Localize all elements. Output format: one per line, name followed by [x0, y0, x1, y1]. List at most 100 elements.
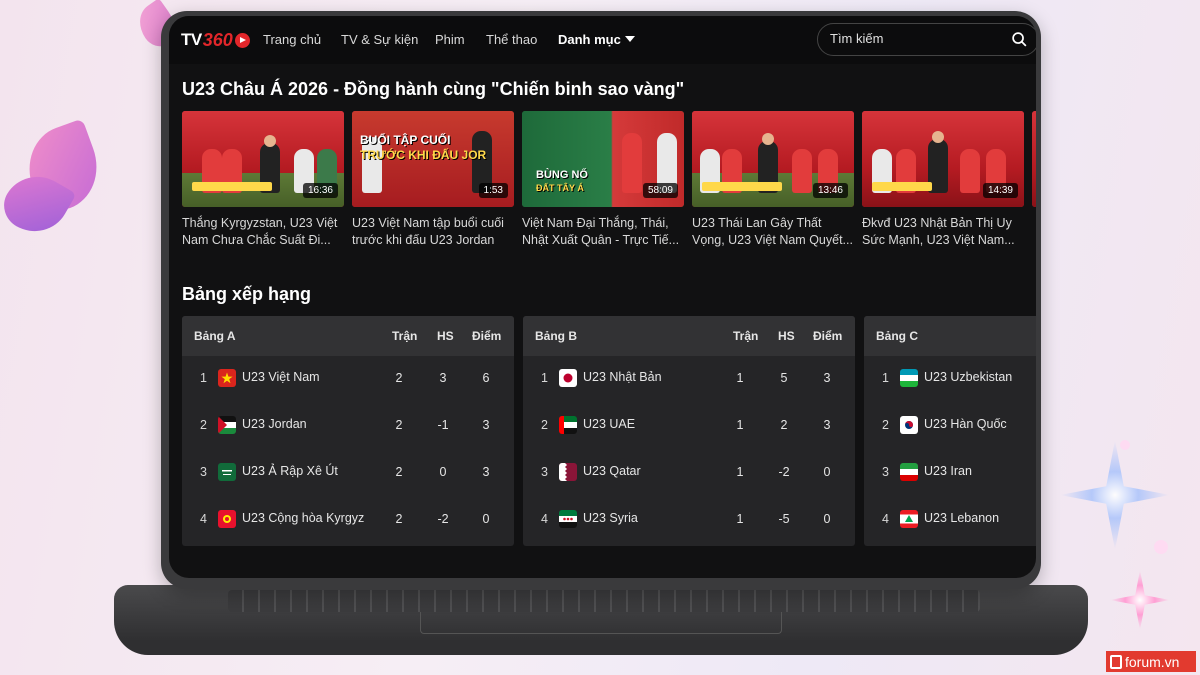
video-thumbnail[interactable]: BÙNG NỔ ĐẤT TÂY Á 58:09: [522, 111, 684, 207]
iran-flag-icon: [900, 463, 918, 481]
played: 2: [395, 465, 403, 479]
video-thumbnail[interactable]: 14:39: [862, 111, 1024, 207]
played: 1: [736, 465, 744, 479]
video-card[interactable]: 14:39 Đkvđ U23 Nhật Bản Thị Uy Sức Mạnh,…: [862, 111, 1024, 249]
laptop-trackpad: [420, 612, 782, 634]
logo-number: 360: [202, 29, 233, 50]
video-card[interactable]: 16:36 Thắng Kyrgyzstan, U23 Việt Nam Chư…: [182, 111, 344, 249]
team-name: U23 Iran: [924, 464, 972, 478]
standings-title: Bảng xếp hạng: [182, 284, 312, 304]
video-card[interactable]: BÙNG NỔ ĐẤT TÂY Á 58:09 Việt Nam Đại Thắ…: [522, 111, 684, 249]
table-row[interactable]: 2 U23 UAE 1 2 3: [523, 403, 855, 450]
table-row[interactable]: 4 U23 Cộng hòa Kyrgyz 2 -2 0: [182, 497, 514, 544]
video-thumbnail[interactable]: 13:46: [692, 111, 854, 207]
saudi-arabia-flag-icon: [218, 463, 236, 481]
video-title[interactable]: Việt Nam Đại Thắng, Thái, Nhật Xuất Quân…: [522, 215, 684, 249]
butterfly-decoration: [0, 118, 130, 250]
video-card[interactable]: BUỔI TẬP CUỐI TRƯỚC KHI ĐẤU JOR 1:53 U23…: [352, 111, 514, 249]
table-row[interactable]: 3 U23 Ả Rập Xê Út 2 0 3: [182, 450, 514, 497]
standings-table-group-c: Bảng C 1 U23 Uzbekistan 2 U23 Hàn Quốc 3…: [864, 316, 1036, 546]
played: 1: [736, 512, 744, 526]
group-name: Bảng C: [876, 329, 918, 343]
video-card-partial[interactable]: [1032, 111, 1036, 207]
col-gd: HS: [437, 329, 454, 343]
points: 6: [482, 371, 490, 385]
points: 0: [823, 465, 831, 479]
team-name: U23 Nhật Bản: [583, 370, 662, 384]
video-title[interactable]: U23 Thái Lan Gây Thất Vọng, U23 Việt Nam…: [692, 215, 854, 249]
points: 3: [482, 465, 490, 479]
team-name: U23 Syria: [583, 511, 638, 525]
col-played: Trận: [392, 329, 418, 343]
standings-table-group-a: Bảng A Trận HS Điểm 1 U23 Việt Nam 2 3 6…: [182, 316, 514, 546]
nav-home[interactable]: Trang chủ: [263, 32, 321, 47]
table-row[interactable]: 2 U23 Jordan 2 -1 3: [182, 403, 514, 450]
table-row[interactable]: 4 U23 Lebanon: [864, 497, 1036, 544]
col-points: Điểm: [472, 329, 502, 343]
search-icon[interactable]: [1011, 31, 1028, 48]
uzbekistan-flag-icon: [900, 369, 918, 387]
video-duration: 13:46: [812, 183, 848, 198]
goal-difference: 3: [439, 371, 447, 385]
points: 0: [823, 512, 831, 526]
rank: 2: [200, 418, 207, 432]
rank: 1: [200, 371, 207, 385]
rank: 1: [541, 371, 548, 385]
table-row[interactable]: 2 U23 Hàn Quốc: [864, 403, 1036, 450]
table-row[interactable]: 1 U23 Việt Nam 2 3 6: [182, 356, 514, 403]
table-row[interactable]: 4 U23 Syria 1 -5 0: [523, 497, 855, 544]
points: 3: [482, 418, 490, 432]
played: 2: [395, 371, 403, 385]
points: 0: [482, 512, 490, 526]
table-row[interactable]: 1 U23 Uzbekistan: [864, 356, 1036, 403]
rank: 3: [200, 465, 207, 479]
team-name: U23 Cộng hòa Kyrgyz: [242, 511, 365, 525]
table-row[interactable]: 3 U23 Qatar 1 -2 0: [523, 450, 855, 497]
nav-movies[interactable]: Phim: [435, 32, 465, 47]
syria-flag-icon: [559, 510, 577, 528]
nav-tv-events[interactable]: TV & Sự kiện: [341, 32, 418, 47]
tv360-logo[interactable]: TV 360: [181, 28, 250, 52]
points: 3: [823, 371, 831, 385]
video-duration: 16:36: [302, 183, 338, 198]
goal-difference: 0: [439, 465, 447, 479]
nav-sports[interactable]: Thể thao: [486, 32, 537, 47]
table-header: Bảng A Trận HS Điểm: [182, 316, 514, 356]
video-thumbnail[interactable]: BUỔI TẬP CUỐI TRƯỚC KHI ĐẤU JOR 1:53: [352, 111, 514, 207]
col-played: Trận: [733, 329, 759, 343]
qatar-flag-icon: [559, 463, 577, 481]
rank: 1: [882, 371, 889, 385]
top-nav: TV 360 Trang chủ TV & Sự kiện Phim Thể th…: [169, 16, 1036, 64]
table-row[interactable]: 1 U23 Nhật Bản 1 5 3: [523, 356, 855, 403]
nav-categories[interactable]: Danh mục: [558, 32, 621, 47]
goal-difference: 5: [780, 371, 788, 385]
video-title[interactable]: U23 Việt Nam tập buổi cuối trước khi đấu…: [352, 215, 514, 249]
chevron-down-icon[interactable]: [625, 36, 635, 42]
col-gd: HS: [778, 329, 795, 343]
team-name: U23 Lebanon: [924, 511, 1000, 525]
lebanon-flag-icon: [900, 510, 918, 528]
uae-flag-icon: [559, 416, 577, 434]
app-screen: TV 360 Trang chủ TV & Sự kiện Phim Thể th…: [169, 16, 1036, 578]
video-duration: 14:39: [982, 183, 1018, 198]
search-input[interactable]: [830, 31, 1010, 46]
rank: 3: [541, 465, 548, 479]
goal-difference: -1: [437, 418, 449, 432]
search-box: [817, 23, 1036, 56]
video-card[interactable]: 13:46 U23 Thái Lan Gây Thất Vọng, U23 Vi…: [692, 111, 854, 249]
sparkle-decoration: [1060, 440, 1170, 550]
goal-difference: 2: [780, 418, 788, 432]
video-title[interactable]: Đkvđ U23 Nhật Bản Thị Uy Sức Mạnh, U23 V…: [862, 215, 1024, 249]
goal-difference: -5: [778, 512, 790, 526]
video-title[interactable]: Thắng Kyrgyzstan, U23 Việt Nam Chưa Chắc…: [182, 215, 344, 249]
played: 2: [395, 418, 403, 432]
goal-difference: -2: [778, 465, 790, 479]
table-row[interactable]: 3 U23 Iran: [864, 450, 1036, 497]
play-icon: [234, 32, 250, 48]
kyrgyzstan-flag-icon: [218, 510, 236, 528]
points: 3: [823, 418, 831, 432]
watermark: forum.vn: [1106, 651, 1196, 672]
video-thumbnail[interactable]: 16:36: [182, 111, 344, 207]
team-name: U23 UAE: [583, 417, 636, 431]
dot-decoration: [1120, 440, 1130, 450]
